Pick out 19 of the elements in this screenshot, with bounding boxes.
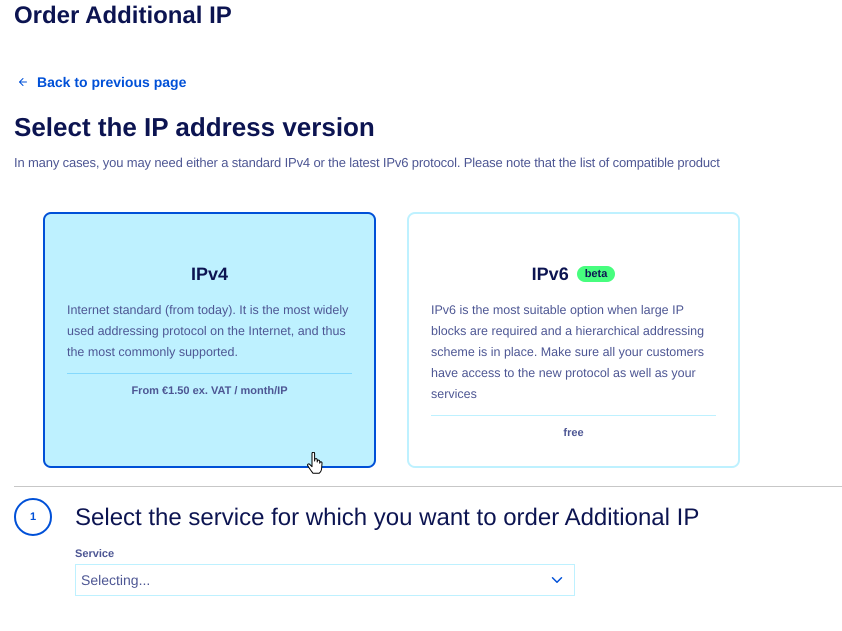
version-description: IPv6 is the most suitable option when large IP blocks are required and a hierarchical addressing scheme is in place. Make sure all your customers have access to the new protocol as well as your services xyxy=(431,302,706,403)
version-price: free xyxy=(562,426,585,441)
service-select[interactable]: Selecting... xyxy=(75,564,575,596)
beta-badge: beta xyxy=(576,266,616,282)
section-intro: In many cases, you may need either a standard IPv4 or the latest IPv6 protocol. Please note that the list of compatible product xyxy=(14,154,720,172)
back-link[interactable]: Back to previous page xyxy=(17,72,186,92)
version-name: IPv4 xyxy=(190,263,228,286)
step-title: Select the service for which you want to order Additional IP xyxy=(75,503,700,533)
hand-cursor-icon xyxy=(307,452,323,476)
version-name: IPv6 xyxy=(532,263,569,286)
version-description: Internet standard (from today). It is the most widely used addressing protocol on the Internet, and thus the most commonly supported. xyxy=(67,302,350,361)
back-arrow-icon xyxy=(17,76,29,88)
version-price: From €1.50 ex. VAT / month/IP xyxy=(130,384,289,399)
ip-version-card[interactable] xyxy=(407,212,740,468)
step-number: 1 xyxy=(14,498,52,536)
ip-version-card[interactable]: IPv4 Internet standard (from today). It is the most widely used addressing protocol on the Internet, and thus the most commonly supported. From €1.50 ex. VAT / month/IP xyxy=(43,212,376,468)
field-label: Service xyxy=(75,547,114,561)
section-title: Select the IP address version xyxy=(14,111,375,144)
page-title: Order Additional IP xyxy=(14,1,232,31)
